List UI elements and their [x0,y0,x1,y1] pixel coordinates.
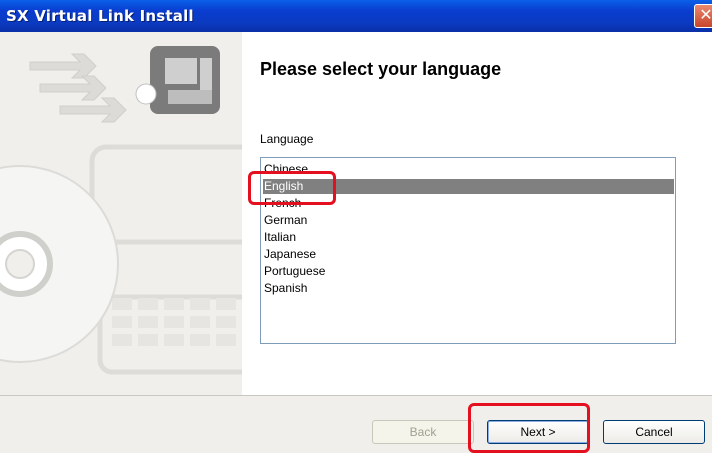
title-bar: SX Virtual Link Install ✕ [0,0,712,32]
page-heading: Please select your language [260,59,502,79]
content-area: Please select your language Language Chi… [242,32,712,395]
installer-banner [0,32,242,395]
cancel-button[interactable]: Cancel [603,420,705,444]
language-option-japanese[interactable]: Japanese [263,247,674,262]
language-label: Language [260,132,314,146]
language-option-portuguese[interactable]: Portuguese [263,264,674,279]
window-title: SX Virtual Link Install [6,7,194,25]
back-button[interactable]: Back [372,420,474,444]
next-highlight-box [468,403,590,453]
language-option-german[interactable]: German [263,213,674,228]
close-button[interactable]: ✕ [694,4,712,28]
english-highlight-box [248,171,336,205]
language-option-spanish[interactable]: Spanish [263,281,674,296]
button-bar: Back Next > Cancel [0,395,712,453]
language-option-italian[interactable]: Italian [263,230,674,245]
installer-banner-art [0,46,242,375]
close-icon: ✕ [699,5,712,24]
